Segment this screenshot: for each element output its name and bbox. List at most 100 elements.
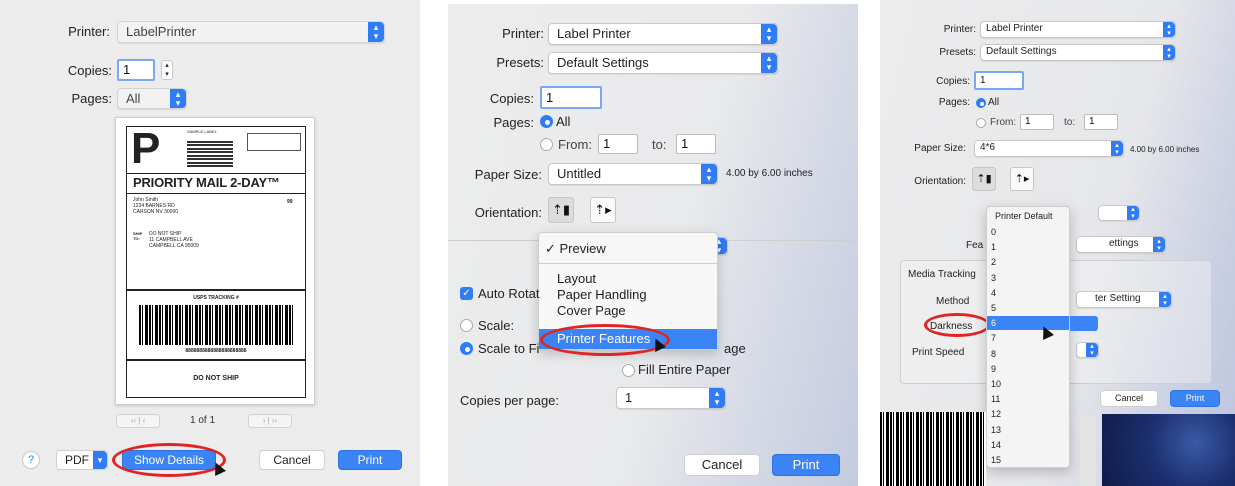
feature-sets-label: Fea (966, 240, 984, 251)
cancel-button[interactable]: Cancel (1100, 390, 1158, 407)
pages-all-radio[interactable] (540, 115, 553, 128)
fill-entire-paper-radio[interactable] (622, 364, 635, 377)
print-speed-select[interactable]: ▴ ▾ (1076, 342, 1099, 358)
chevron-updown-icon: ▴ ▾ (761, 53, 777, 73)
copies-per-page-select[interactable]: 1 ▴ ▾ (616, 387, 726, 409)
menu-item-paper-handling[interactable]: Paper Handling (557, 287, 647, 302)
chevron-updown-icon: ▴ ▾ (1163, 45, 1175, 60)
tracking-number: 8888888888888888888888 (185, 348, 247, 354)
chevron-updown-icon: ▴ ▾ (1153, 237, 1165, 252)
from-label: From: (990, 117, 1017, 128)
paper-size-select[interactable]: Untitled ▴ ▾ (548, 163, 718, 185)
to-field[interactable]: 1 (1084, 114, 1118, 130)
dropdown-item-15[interactable]: 15 (987, 453, 1069, 467)
copies-label: Copies: (67, 63, 112, 78)
dropdown-item-6[interactable]: 6 (987, 316, 1069, 331)
copies-per-page-label: Copies per page: (460, 393, 560, 408)
ship-to-address: DO NOT SHIP 11 CAMPBELL AVE CAMPBELL CA … (149, 231, 199, 249)
footer-text: DO NOT SHIP (193, 375, 239, 382)
menu-item-preview[interactable]: ✓ Preview (545, 241, 606, 257)
dropdown-header[interactable]: Printer Default (995, 211, 1053, 221)
pages-label: Pages: (493, 115, 534, 130)
service-name: PRIORITY MAIL 2-DAY™ (133, 175, 280, 190)
landscape-orientation-icon[interactable]: ⇡▸ (1010, 167, 1034, 191)
dropdown-item-8[interactable]: 8 (987, 347, 1069, 361)
first-page-button[interactable]: ‹‹ | ‹ (116, 414, 160, 428)
background-barcode (880, 412, 986, 486)
copies-label: Copies: (936, 76, 970, 87)
printer-label: Printer: (68, 24, 110, 39)
presets-select[interactable]: Default Settings ▴ ▾ (980, 44, 1176, 61)
tracking-label: USPS TRACKING # (193, 295, 239, 301)
cancel-button[interactable]: Cancel (684, 454, 760, 476)
paper-size-desc: 4.00 by 6.00 inches (726, 168, 813, 179)
to-label: to: (652, 137, 667, 152)
help-button[interactable]: ? (22, 451, 40, 469)
dropdown-item-5[interactable]: 5 (987, 301, 1069, 315)
chevron-updown-icon: ▴ ▾ (701, 164, 717, 184)
media-tracking-label: Media Tracking (908, 269, 976, 280)
pdf-menu-button[interactable]: PDF ▾ (56, 450, 108, 470)
landscape-orientation-icon[interactable]: ⇡▸ (590, 197, 616, 223)
paper-size-select[interactable]: 4*6 ▴ ▾ (974, 140, 1124, 157)
pages-all-radio[interactable] (976, 98, 986, 108)
print-dialog-details: Printer: Label Printer ▴ ▾ Presets: Defau… (448, 4, 858, 486)
copies-stepper[interactable]: ▴ ▾ (161, 60, 173, 80)
dropdown-item-9[interactable]: 9 (987, 362, 1069, 376)
chevron-updown-icon: ▴ ▾ (761, 24, 777, 44)
scale-to-fit-label: Scale to Fi (478, 341, 540, 356)
from-field[interactable]: 1 (1020, 114, 1054, 130)
ship-to-label: SHIP TO: (133, 231, 143, 241)
section-select[interactable]: ▴ ▾ (1098, 205, 1140, 221)
presets-select[interactable]: Default Settings ▴ ▾ (548, 52, 778, 74)
copies-field[interactable]: 1 (974, 71, 1024, 90)
dropdown-item-11[interactable]: 11 (987, 392, 1069, 406)
from-field[interactable]: 1 (598, 134, 638, 154)
cancel-button[interactable]: Cancel (259, 450, 325, 470)
menu-item-cover-page[interactable]: Cover Page (557, 303, 626, 318)
dropdown-item-1[interactable]: 1 (987, 240, 1069, 254)
paper-size-label: Paper Size: (474, 167, 542, 182)
dropdown-item-3[interactable]: 3 (987, 271, 1069, 285)
printer-select[interactable]: Label Printer ▴ ▾ (548, 23, 778, 45)
pages-all-label: All (556, 114, 571, 129)
copies-field[interactable]: 1 (540, 86, 602, 109)
dropdown-item-13[interactable]: 13 (987, 423, 1069, 437)
method-select[interactable]: ter Setting ▴ ▾ (1076, 291, 1172, 308)
dropdown-item-14[interactable]: 14 (987, 438, 1069, 452)
feature-sets-select[interactable]: ettings ▴ ▾ (1076, 236, 1166, 253)
chevron-updown-icon: ▴ ▾ (1159, 292, 1171, 307)
printer-select[interactable]: LabelPrinter ▴ ▾ (117, 21, 385, 43)
print-button[interactable]: Print (338, 450, 402, 470)
printer-select[interactable]: Label Printer ▴ ▾ (980, 21, 1176, 38)
next-page-button[interactable]: › | ›› (248, 414, 292, 428)
method-label: Method (936, 296, 970, 307)
pages-label: Pages: (71, 91, 112, 106)
chevron-down-icon: ▾ (93, 451, 107, 469)
pages-range-radio[interactable] (976, 118, 986, 128)
portrait-orientation-icon[interactable]: ⇡▮ (548, 197, 574, 223)
print-button[interactable]: Print (772, 454, 840, 476)
print-button[interactable]: Print (1170, 390, 1220, 407)
auto-rotate-checkbox[interactable]: ✓ (460, 287, 473, 300)
print-preview: P SAMPLE LABEL PRIORITY MAIL 2-DAY™ John… (115, 117, 315, 405)
dropdown-item-0[interactable]: 0 (987, 225, 1069, 239)
dropdown-item-7[interactable]: 7 (987, 331, 1069, 345)
presets-label: Presets: (496, 55, 544, 70)
dropdown-item-4[interactable]: 4 (987, 286, 1069, 300)
printer-label: Printer: (943, 24, 976, 35)
scale-radio[interactable] (460, 319, 473, 332)
to-field[interactable]: 1 (676, 134, 716, 154)
portrait-orientation-icon[interactable]: ⇡▮ (972, 167, 996, 191)
copies-field[interactable]: 1 (117, 59, 155, 81)
menu-item-layout[interactable]: Layout (557, 271, 596, 286)
to-label: to: (1064, 117, 1076, 128)
paper-size-desc: 4.00 by 6.00 inches (1130, 145, 1200, 154)
pages-select[interactable]: All ▴ ▾ (117, 88, 187, 109)
scale-label: Scale: (478, 318, 515, 333)
dropdown-item-12[interactable]: 12 (987, 407, 1069, 421)
pages-range-radio[interactable] (540, 138, 553, 151)
dropdown-item-2[interactable]: 2 (987, 255, 1069, 269)
scale-to-fit-radio[interactable] (460, 342, 473, 355)
dropdown-item-10[interactable]: 10 (987, 377, 1069, 391)
